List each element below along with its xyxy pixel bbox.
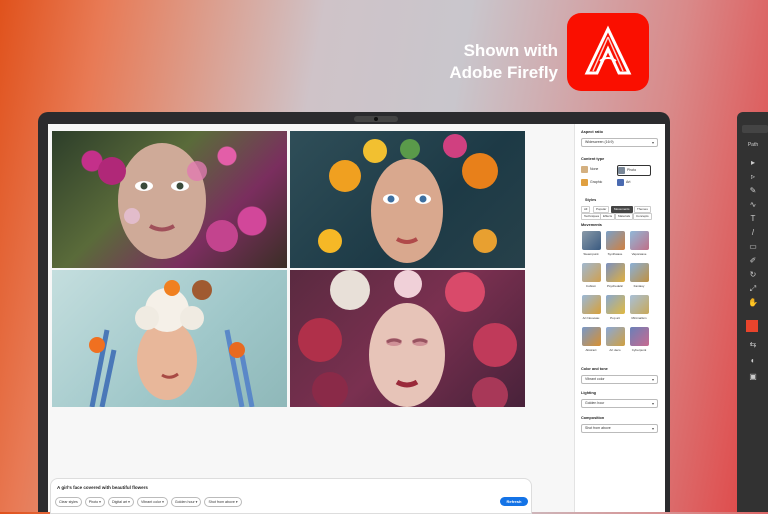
movement-label: Psychedelic (606, 284, 623, 288)
movement-thumb-vaporwave[interactable] (630, 231, 649, 250)
screen-mode-icon[interactable]: ▣ (746, 372, 760, 382)
chip-digital-art[interactable]: Digital art ▾ (107, 497, 134, 507)
select-tool-icon[interactable]: ▸ (746, 158, 760, 168)
brush-tool-icon[interactable]: ✐ (746, 256, 760, 266)
generated-image-1[interactable] (52, 131, 287, 268)
style-tab-concepts[interactable]: Concepts (633, 213, 652, 220)
settings-panel: Aspect ratio Widescreen (16:9) Content t… (574, 124, 665, 512)
aspect-ratio-title: Aspect ratio (581, 130, 603, 134)
refresh-button[interactable]: Refresh (500, 497, 528, 506)
movement-label: Cubism (585, 284, 597, 288)
style-tab-techniques[interactable]: Techniques (581, 213, 603, 220)
movement-label: Cyberpunk (631, 348, 647, 352)
promo-caption: Shown with Adobe Firefly (430, 40, 558, 84)
movement-thumb-psychedelic[interactable] (606, 263, 625, 282)
content-type-title: Content type (581, 157, 605, 161)
styles-title: Styles (585, 198, 597, 202)
pen-tool-icon[interactable]: ✎ (746, 186, 760, 196)
style-tab-materials[interactable]: Materials (615, 213, 634, 220)
content-type-photo[interactable]: Photo (617, 165, 651, 176)
portrait-face-icon (98, 143, 238, 259)
chip-clear-styles[interactable]: Clear styles (55, 497, 82, 507)
movement-thumb-art-deco[interactable] (606, 327, 625, 346)
movement-label: Art deco (609, 348, 621, 352)
style-tab-popular[interactable]: Popular (593, 206, 610, 213)
line-tool-icon[interactable]: / (746, 228, 760, 238)
art-icon (617, 178, 624, 186)
movement-thumb-cubism[interactable] (582, 263, 601, 282)
movement-thumb-abstract[interactable] (582, 327, 601, 346)
movement-label: Pop art (610, 316, 620, 320)
firefly-app-screen (48, 124, 664, 512)
camera-icon (374, 117, 378, 121)
scale-tool-icon[interactable]: ⤢ (746, 284, 760, 294)
chip-vibrant-color[interactable]: Vibrant color ▾ (136, 497, 168, 507)
graphic-icon (581, 178, 588, 186)
portrait-face-icon (89, 280, 255, 407)
generated-image-3[interactable] (52, 270, 287, 407)
lighting-title: Lighting (581, 391, 596, 395)
movement-thumb-minimalism[interactable] (630, 295, 649, 314)
style-tab-effects[interactable]: Effects (600, 213, 616, 220)
style-tab-themes[interactable]: Themes (634, 206, 651, 213)
firefly-logo-icon (584, 25, 632, 75)
portrait-face-icon (318, 134, 498, 263)
chip-shot-from-above[interactable]: Shot from above ▾ (204, 497, 242, 507)
aspect-ratio-select[interactable]: Widescreen (16:9) (581, 138, 658, 147)
direct-select-tool-icon[interactable]: ▹ (746, 172, 760, 182)
content-type-none[interactable]: None (581, 165, 611, 174)
movement-thumb-steampunk[interactable] (582, 231, 601, 250)
secondary-app-tab[interactable] (742, 125, 768, 133)
hand-tool-icon[interactable]: ✋ (746, 298, 760, 308)
path-tab-label: Path (747, 142, 759, 148)
movement-label: Steampunk (583, 252, 599, 256)
style-chips: Clear styles Photo ▾ Digital art ▾ Vibra… (55, 497, 242, 507)
swap-colors-icon[interactable]: ⇆ (746, 340, 760, 350)
movement-thumb-art-nouveau[interactable] (582, 295, 601, 314)
movement-label: Abstract (585, 348, 597, 352)
promo-line-1: Shown with (463, 41, 558, 60)
type-tool-icon[interactable]: T (746, 214, 760, 224)
color-tone-title: Color and tone (581, 367, 608, 371)
movement-thumb-pop-art[interactable] (606, 295, 625, 314)
rectangle-tool-icon[interactable]: ▭ (746, 242, 760, 252)
movements-title: Movements (581, 223, 602, 227)
promo-line-2: Adobe Firefly (449, 63, 558, 82)
movement-label: Vaporwave (631, 252, 647, 256)
rotate-tool-icon[interactable]: ↻ (746, 270, 760, 280)
curvature-tool-icon[interactable]: ∿ (746, 200, 760, 210)
generated-image-2[interactable] (290, 131, 525, 268)
draw-mode-icon[interactable]: ◐ (746, 356, 760, 366)
portrait-face-icon (298, 270, 517, 407)
composition-select[interactable]: Shot from above (581, 424, 658, 433)
color-tone-select[interactable]: Vibrant color (581, 375, 658, 384)
movement-thumb-cyberpunk[interactable] (630, 327, 649, 346)
movement-label: Synthwave (607, 252, 623, 256)
adobe-firefly-logo (567, 13, 649, 91)
chip-golden-hour[interactable]: Golden hour ▾ (170, 497, 202, 507)
movement-thumb-synthwave[interactable] (606, 231, 625, 250)
photo-icon (618, 166, 625, 174)
style-tab-all[interactable]: All (581, 206, 591, 213)
fill-color-swatch[interactable] (746, 320, 758, 332)
movement-label: Minimalism (631, 316, 647, 320)
generated-image-4[interactable] (290, 270, 525, 407)
none-icon (581, 165, 588, 173)
style-tab-movements[interactable]: Movements (611, 206, 633, 213)
chip-photo[interactable]: Photo ▾ (84, 497, 105, 507)
movement-label: Fantasy (633, 284, 645, 288)
lighting-select[interactable]: Golden hour (581, 399, 658, 408)
composition-title: Composition (581, 416, 605, 420)
content-type-art[interactable]: Art (617, 178, 647, 187)
movement-thumb-fantasy[interactable] (630, 263, 649, 282)
content-type-graphic[interactable]: Graphic (581, 178, 611, 187)
prompt-text[interactable]: A girl's face covered with beautiful flo… (57, 485, 148, 490)
movement-label: Art Nouveau (582, 316, 600, 320)
prompt-bar: A girl's face covered with beautiful flo… (50, 478, 532, 514)
